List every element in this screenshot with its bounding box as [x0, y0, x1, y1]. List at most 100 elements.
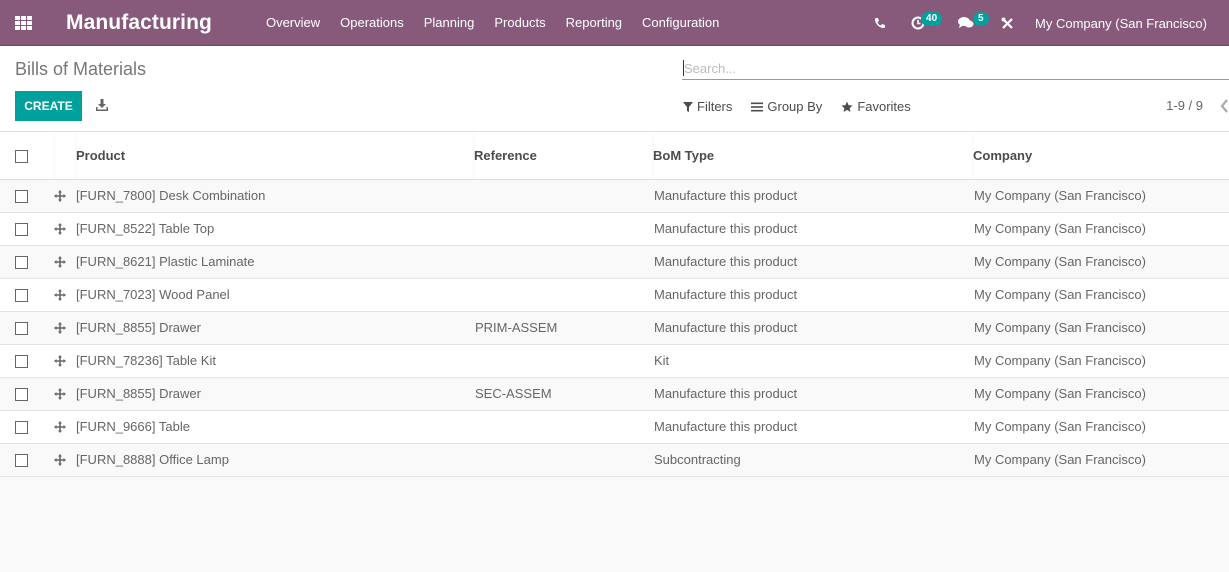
menu-item-operations[interactable]: Operations [330, 0, 414, 46]
cell-product: [FURN_78236] Table Kit [76, 353, 216, 368]
drag-handle-icon[interactable] [54, 321, 66, 334]
table-header-row: Product Reference BoM Type Company [0, 132, 1229, 180]
cell-product: [FURN_8522] Table Top [76, 221, 215, 236]
cell-company: My Company (San Francisco) [974, 353, 1146, 368]
table-row[interactable]: [FURN_8522] Table Top Manufacture this pr… [0, 212, 1229, 245]
star-icon [841, 101, 853, 112]
cell-product: [FURN_8888] Office Lamp [76, 452, 229, 467]
table-row[interactable]: [FURN_78236] Table Kit Kit My Company (San… [0, 344, 1229, 377]
table-row[interactable]: [FURN_7023] Wood Panel Manufacture this p… [0, 278, 1229, 311]
table-row[interactable]: [FURN_8855] Drawer SEC-ASSEM Manufacture t… [0, 377, 1229, 410]
cell-reference [474, 245, 653, 278]
control-panel: Bills of Materials CREATE Filters Group … [0, 46, 1229, 132]
cell-reference [474, 212, 653, 245]
menu-item-products[interactable]: Products [484, 0, 555, 46]
row-checkbox[interactable] [15, 388, 28, 402]
download-icon[interactable] [95, 98, 109, 112]
search-input[interactable] [682, 58, 1229, 80]
main-menu: Overview Operations Planning Products Re… [256, 0, 729, 46]
row-checkbox[interactable] [15, 421, 28, 435]
company-switcher[interactable]: My Company (San Francisco) [1035, 16, 1207, 31]
cell-product: [FURN_9666] Table [76, 419, 190, 434]
column-header-bom-type[interactable]: BoM Type [653, 132, 973, 180]
row-checkbox[interactable] [15, 454, 28, 468]
cell-reference [474, 278, 653, 311]
table-row[interactable]: [FURN_8888] Office Lamp Subcontracting My … [0, 443, 1229, 476]
drag-handle-icon[interactable] [54, 222, 66, 235]
menu-item-planning[interactable]: Planning [414, 0, 485, 46]
cell-company: My Company (San Francisco) [974, 386, 1146, 401]
phone-button[interactable] [861, 0, 899, 46]
favorites-dropdown[interactable]: Favorites [841, 99, 911, 114]
drag-handle-icon[interactable] [54, 354, 66, 367]
row-checkbox[interactable] [15, 355, 28, 369]
row-checkbox[interactable] [15, 190, 28, 204]
apps-grid-icon [14, 15, 32, 30]
menu-item-reporting[interactable]: Reporting [556, 0, 632, 46]
drag-handle-icon[interactable] [54, 387, 66, 400]
cell-company: My Company (San Francisco) [974, 287, 1146, 302]
drag-handle-icon[interactable] [54, 189, 66, 202]
cell-bom-type: Manufacture this product [654, 188, 798, 203]
drag-handle-icon[interactable] [54, 453, 66, 466]
row-checkbox[interactable] [15, 289, 28, 303]
search-options: Filters Group By Favorites [683, 99, 930, 114]
cell-bom-type: Subcontracting [654, 452, 741, 467]
apps-menu-button[interactable] [0, 0, 46, 46]
top-navbar: Manufacturing Overview Operations Planni… [0, 0, 1229, 46]
cell-reference [474, 443, 653, 476]
cell-company: My Company (San Francisco) [974, 320, 1146, 335]
app-brand[interactable]: Manufacturing [66, 11, 212, 35]
cell-company: My Company (San Francisco) [974, 452, 1146, 467]
bom-list-table: Product Reference BoM Type Company [FURN… [0, 132, 1229, 477]
debug-tools-button[interactable] [995, 0, 1019, 46]
column-header-company[interactable]: Company [973, 132, 1229, 180]
table-row[interactable]: [FURN_8855] Drawer PRIM-ASSEM Manufacture … [0, 311, 1229, 344]
cell-reference [474, 179, 653, 212]
chat-icon [958, 17, 974, 28]
cell-product: [FURN_7800] Desk Combination [76, 188, 266, 203]
table-row[interactable]: [FURN_9666] Table Manufacture this produc… [0, 410, 1229, 443]
breadcrumb: Bills of Materials [15, 59, 147, 79]
favorites-label: Favorites [857, 99, 911, 114]
cell-company: My Company (San Francisco) [974, 254, 1146, 269]
cell-product: [FURN_8855] Drawer [76, 386, 201, 401]
cell-bom-type: Manufacture this product [654, 419, 798, 434]
row-checkbox[interactable] [15, 256, 28, 270]
cell-product: [FURN_8621] Plastic Laminate [76, 254, 255, 269]
cell-bom-type: Manufacture this product [654, 287, 798, 302]
activity-count-badge: 40 [921, 12, 943, 26]
drag-handle-icon[interactable] [54, 420, 66, 433]
select-all-cell [0, 132, 54, 180]
column-header-reference[interactable]: Reference [474, 132, 653, 180]
drag-handle-icon[interactable] [54, 255, 66, 268]
filters-label: Filters [697, 99, 733, 114]
menu-item-configuration[interactable]: Configuration [632, 0, 729, 46]
cell-company: My Company (San Francisco) [974, 188, 1146, 203]
pager-value[interactable]: 1-9 / 9 [1166, 98, 1203, 113]
chevron-left-icon[interactable] [1219, 98, 1229, 114]
table-body: [FURN_7800] Desk Combination Manufacture … [0, 179, 1229, 476]
messages-count-badge: 5 [973, 12, 989, 26]
cell-reference: PRIM-ASSEM [475, 320, 558, 335]
menu-item-overview[interactable]: Overview [256, 0, 330, 46]
cell-reference [474, 344, 653, 377]
select-all-checkbox[interactable] [15, 149, 28, 163]
messages-button[interactable]: 5 [951, 0, 995, 46]
cell-reference: SEC-ASSEM [475, 386, 552, 401]
cell-bom-type: Kit [654, 353, 670, 368]
table-row[interactable]: [FURN_7800] Desk Combination Manufacture … [0, 179, 1229, 212]
cell-bom-type: Manufacture this product [654, 221, 798, 236]
cell-reference [474, 410, 653, 443]
group-by-dropdown[interactable]: Group By [751, 99, 822, 114]
column-header-product[interactable]: Product [76, 132, 474, 180]
row-checkbox[interactable] [15, 223, 28, 237]
activity-button[interactable]: 40 [899, 0, 951, 46]
search-caret [683, 60, 684, 76]
create-button[interactable]: CREATE [15, 91, 82, 121]
drag-handle-icon[interactable] [54, 288, 66, 301]
table-row[interactable]: [FURN_8621] Plastic Laminate Manufacture … [0, 245, 1229, 278]
filters-dropdown[interactable]: Filters [683, 99, 732, 114]
row-checkbox[interactable] [15, 322, 28, 336]
cell-product: [FURN_7023] Wood Panel [76, 287, 230, 302]
